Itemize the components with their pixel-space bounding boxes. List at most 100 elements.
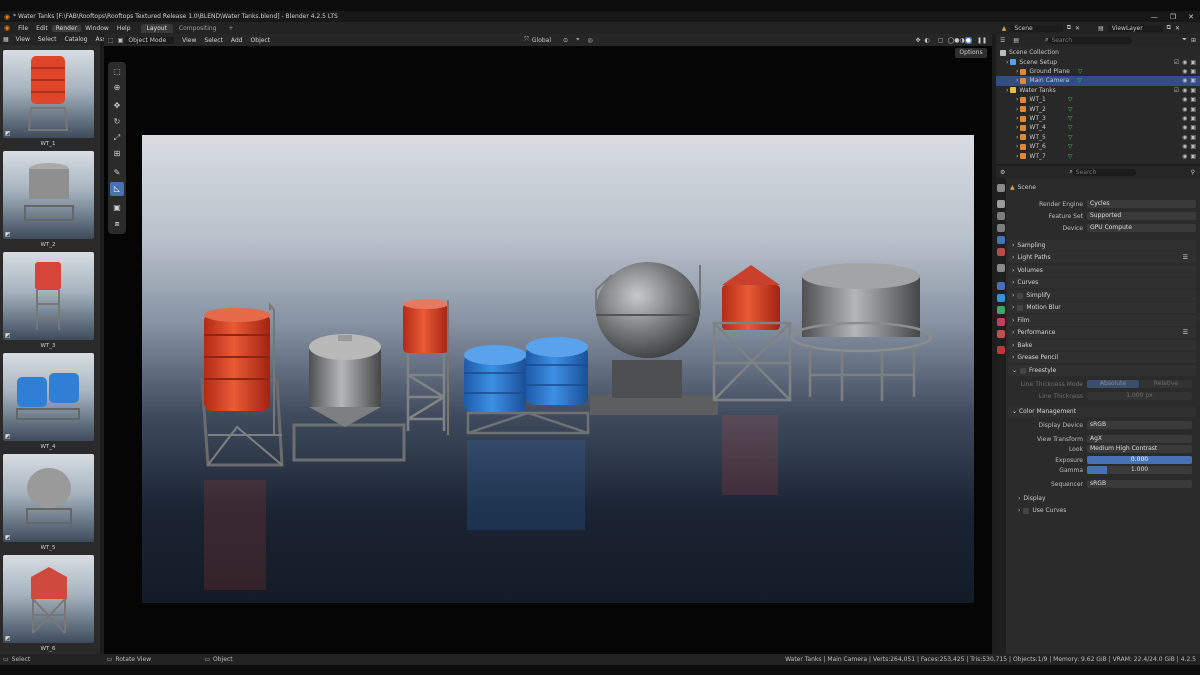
- display-mode-icon[interactable]: ▤: [1009, 37, 1023, 44]
- editor-type-icon[interactable]: ▦: [0, 36, 12, 43]
- subpanel-display[interactable]: › Display: [1018, 495, 1046, 502]
- mode-selector[interactable]: Object Mode: [125, 36, 175, 44]
- object-tab-icon[interactable]: [997, 282, 1005, 290]
- relative-button[interactable]: Relative: [1140, 380, 1192, 388]
- scale-icon[interactable]: ⤢: [110, 131, 124, 145]
- blender-menu-icon[interactable]: ◉: [0, 24, 14, 32]
- options-button[interactable]: Options: [955, 48, 987, 58]
- camera-icon[interactable]: ▣: [1190, 143, 1196, 150]
- chevron-right-icon[interactable]: ›: [1016, 68, 1018, 75]
- menu-render[interactable]: Render: [51, 24, 82, 32]
- outliner-row[interactable]: › Water Tanks ☑ ◉ ▣: [996, 86, 1200, 96]
- panel-simplify[interactable]: › Simplify: [1008, 290, 1196, 301]
- outliner-row[interactable]: › WT_4 ▽ ◉ ▣: [996, 123, 1200, 133]
- asset-thumbnail[interactable]: [3, 555, 94, 643]
- orientation-selector[interactable]: Global: [529, 37, 559, 44]
- editor-type-icon[interactable]: ☰: [996, 37, 1009, 44]
- checkbox-icon[interactable]: [1023, 507, 1030, 514]
- shading-material-icon[interactable]: ◑: [959, 37, 964, 44]
- measure-icon[interactable]: ◺: [110, 182, 124, 196]
- panel-film[interactable]: › Film: [1008, 315, 1196, 326]
- overlay-icon[interactable]: ◐: [921, 37, 934, 44]
- gamma-slider[interactable]: 1.000: [1087, 466, 1192, 474]
- chevron-right-icon[interactable]: ›: [1016, 96, 1018, 103]
- data-tab-icon[interactable]: [997, 330, 1005, 338]
- tab-compositing[interactable]: Compositing: [173, 24, 223, 33]
- checkbox-icon[interactable]: [1017, 304, 1024, 311]
- panel-grease-pencil[interactable]: › Grease Pencil: [1008, 352, 1196, 363]
- world-tab-icon[interactable]: [997, 248, 1005, 256]
- outliner-row[interactable]: › WT_6 ▽ ◉ ▣: [996, 142, 1200, 152]
- add-cube-icon[interactable]: ▣: [110, 201, 124, 215]
- transform-icon[interactable]: ⊞: [110, 147, 124, 161]
- feature-set-select[interactable]: Supported: [1087, 212, 1196, 220]
- panel-motion-blur[interactable]: › Motion Blur: [1008, 302, 1196, 313]
- chevron-right-icon[interactable]: ›: [1006, 59, 1008, 66]
- chevron-right-icon[interactable]: ›: [1016, 115, 1018, 122]
- output-tab-icon[interactable]: [997, 212, 1005, 220]
- eye-icon[interactable]: ◉: [1182, 134, 1187, 141]
- editor-type-icon[interactable]: ⚙: [996, 169, 1009, 176]
- outliner-row[interactable]: › WT_2 ▽ ◉ ▣: [996, 104, 1200, 114]
- panel-freestyle[interactable]: ⌄ Freestyle: [1008, 365, 1196, 376]
- checkbox-icon[interactable]: ☑: [1174, 87, 1179, 94]
- rotate-icon[interactable]: ↻: [110, 115, 124, 129]
- snap-icon[interactable]: ⌖: [572, 36, 583, 44]
- panel-curves[interactable]: › Curves: [1008, 277, 1196, 288]
- eye-icon[interactable]: ◉: [1182, 124, 1187, 131]
- asset-thumbnail[interactable]: [3, 50, 94, 138]
- panel-bake[interactable]: › Bake: [1008, 340, 1196, 351]
- close-icon[interactable]: ✕: [1075, 25, 1080, 32]
- render-tab-icon[interactable]: [997, 200, 1005, 208]
- eye-icon[interactable]: ◉: [1182, 143, 1187, 150]
- subpanel-use-curves[interactable]: › Use Curves: [1018, 507, 1066, 514]
- close-icon[interactable]: ✕: [1175, 25, 1180, 32]
- menu-edit[interactable]: Edit: [32, 25, 52, 32]
- outliner-row[interactable]: › Scene Setup ☑ ◉ ▣: [996, 57, 1200, 67]
- panel-color-management[interactable]: ⌄ Color Management: [1008, 406, 1196, 417]
- chevron-right-icon[interactable]: ›: [1016, 106, 1018, 113]
- outliner-row[interactable]: › WT_5 ▽ ◉ ▣: [996, 133, 1200, 143]
- chevron-right-icon[interactable]: ›: [1016, 143, 1018, 150]
- panel-light-paths[interactable]: › Light Paths ☰: [1008, 252, 1196, 263]
- checkbox-icon[interactable]: [1017, 292, 1024, 299]
- look-select[interactable]: Medium High Contrast: [1087, 445, 1192, 453]
- constraints-tab-icon[interactable]: [997, 318, 1005, 326]
- eye-icon[interactable]: ◉: [1182, 153, 1187, 160]
- viewport-menu-add[interactable]: Add: [227, 37, 247, 44]
- xray-icon[interactable]: ▢: [934, 37, 948, 44]
- eye-icon[interactable]: ◉: [1182, 77, 1187, 84]
- chevron-right-icon[interactable]: ›: [1016, 153, 1018, 160]
- cursor-icon[interactable]: ⊕: [110, 81, 124, 95]
- outliner-row[interactable]: › WT_7 ▽ ◉ ▣: [996, 151, 1200, 161]
- camera-icon[interactable]: ▣: [1190, 87, 1196, 94]
- pivot-icon[interactable]: ⊙: [559, 37, 572, 44]
- scene-tab-icon[interactable]: [997, 236, 1005, 244]
- camera-icon[interactable]: ▣: [1190, 59, 1196, 66]
- render-engine-select[interactable]: Cycles: [1087, 200, 1196, 208]
- pause-icon[interactable]: ❚❚: [972, 37, 992, 44]
- viewlayer-selector[interactable]: ViewLayer: [1107, 24, 1163, 32]
- physics-tab-icon[interactable]: [997, 306, 1005, 314]
- shading-wireframe-icon[interactable]: ◯: [947, 37, 954, 44]
- viewport-menu-select[interactable]: Select: [200, 37, 227, 44]
- camera-icon[interactable]: ▣: [1190, 153, 1196, 160]
- modifier-tab-icon[interactable]: [997, 294, 1005, 302]
- maximize-button[interactable]: ❐: [1170, 13, 1176, 21]
- chevron-right-icon[interactable]: ›: [1016, 134, 1018, 141]
- filter-icon[interactable]: ⏷: [1182, 36, 1191, 44]
- eye-icon[interactable]: ◉: [1182, 87, 1187, 94]
- proportional-icon[interactable]: ◎: [583, 37, 596, 44]
- asset-menu-view[interactable]: View: [12, 36, 34, 43]
- close-button[interactable]: ✕: [1188, 13, 1194, 21]
- camera-icon[interactable]: ▣: [1190, 77, 1196, 84]
- menu-window[interactable]: Window: [81, 25, 113, 32]
- checkbox-icon[interactable]: ☑: [1174, 59, 1179, 66]
- outliner-row[interactable]: › Main Camera ▽ ◉ ▣: [996, 76, 1200, 86]
- eye-icon[interactable]: ◉: [1182, 106, 1187, 113]
- asset-thumbnail[interactable]: [3, 454, 94, 542]
- eye-icon[interactable]: ◉: [1182, 115, 1187, 122]
- absolute-button[interactable]: Absolute: [1087, 380, 1139, 388]
- camera-icon[interactable]: ▣: [1190, 124, 1196, 131]
- camera-icon[interactable]: ▣: [1190, 106, 1196, 113]
